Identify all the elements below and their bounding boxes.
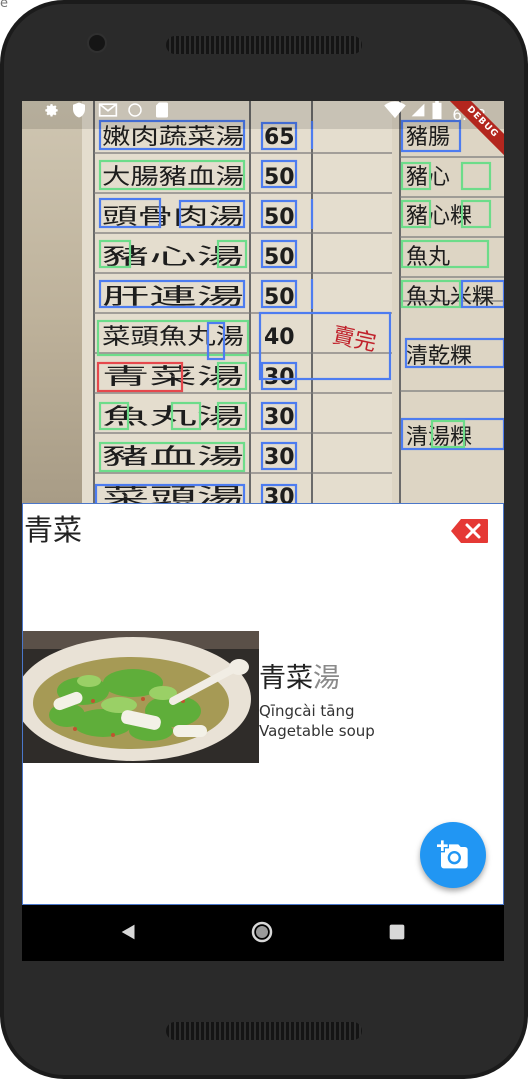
backspace-icon[interactable] [451,518,489,544]
menu-item-price: 30 [264,405,295,430]
camera-preview[interactable]: 嫩肉蔬菜湯 65 大腸豬血湯 50 頭骨肉湯 50 豬心湯 50 肝連湯 50 菜頭魚丸湯 40 青菜湯… [22,101,504,503]
recognized-text-title: 青菜 [24,513,83,547]
gmail-icon [98,103,118,117]
gear-icon [45,104,58,117]
top-speaker [166,36,362,54]
dish-name-suffix: 湯 [313,663,340,694]
result-panel: 青菜 青菜湯 Qīngcài tāng Vagetable soup [22,503,504,905]
vegetable-soup-image [23,631,259,763]
circle-icon [128,103,142,117]
back-icon[interactable] [118,921,140,943]
dish-name-main: 青菜 [259,663,313,694]
menu-item-price: 30 [264,485,295,503]
dish-photo [23,631,259,763]
dish-name: 青菜湯 [259,662,340,696]
status-bar: 6:43 [22,101,504,129]
menu-item-name: 大腸豬血湯 [102,165,244,190]
menu-item-price: 40 [264,325,295,350]
navigation-bar [22,905,504,961]
home-icon[interactable] [250,920,274,944]
sd-card-icon [156,102,168,118]
menu-right-item: 豬心 [406,165,450,190]
dish-pinyin: Qīngcài tāng [259,702,355,720]
dish-translation: Vagetable soup [259,722,375,740]
menu-item-name: 菜頭魚丸湯 [102,325,244,350]
battery-icon [432,101,442,119]
shield-icon [73,102,85,118]
signal-icon [411,103,425,117]
phone-frame: 嫩肉蔬菜湯 65 大腸豬血湯 50 頭骨肉湯 50 豬心湯 50 肝連湯 50 菜頭魚丸湯 40 青菜湯… [0,0,528,1079]
recents-icon[interactable] [386,921,408,943]
menu-item-name: 菜頭湯 [102,485,244,503]
window-corner-text: e [0,0,8,11]
wifi-icon [384,101,406,119]
menu-overlay: 嫩肉蔬菜湯 65大腸豬血湯 50頭骨肉湯 50豬心湯 50肝連湯 50菜頭魚丸湯 40青菜湯… [82,101,504,503]
screen: 嫩肉蔬菜湯 65 大腸豬血湯 50 頭骨肉湯 50 豬心湯 50 肝連湯 50 菜頭魚丸湯 40 青菜湯… [22,101,504,961]
menu-item-price: 30 [264,445,295,470]
menu-right-item: 清乾粿 [406,344,472,369]
take-photo-button[interactable] [420,822,486,888]
add-a-photo-icon [437,840,468,869]
menu-item-price: 30 [264,365,295,390]
menu-item-name: 豬血湯 [102,445,244,470]
bottom-speaker [166,1022,362,1040]
menu-item-name: 青菜湯 [102,365,244,390]
front-camera [89,35,105,51]
